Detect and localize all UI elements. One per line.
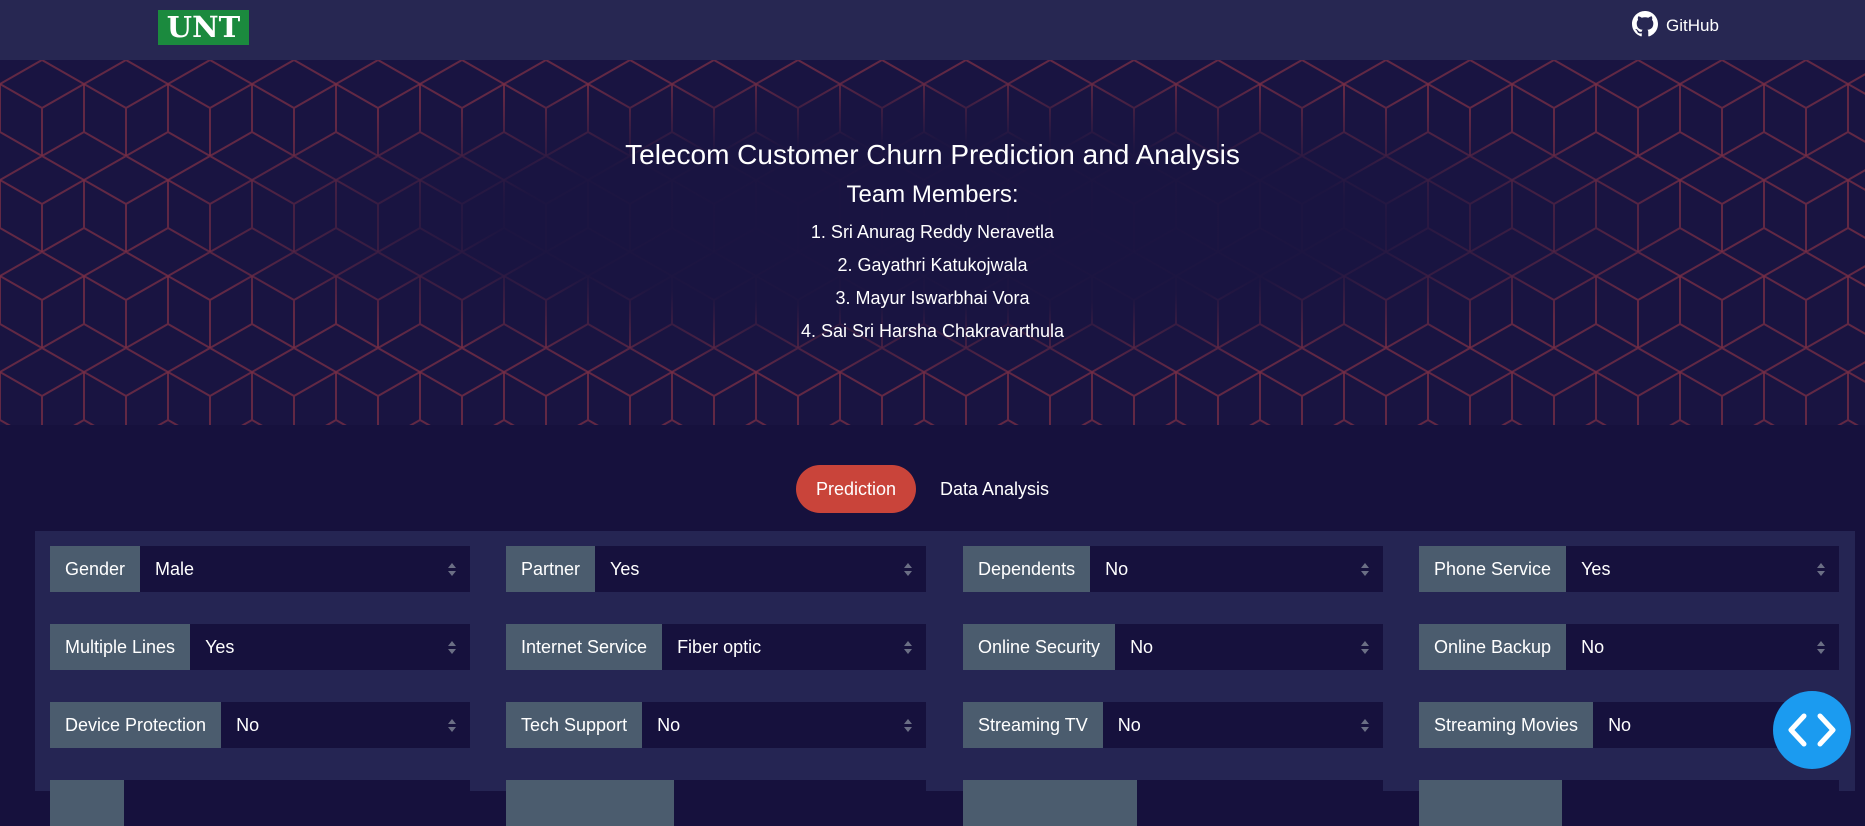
selected-value: No [1130, 636, 1154, 657]
select-value-box[interactable] [674, 780, 926, 826]
select-value-box[interactable]: Male [140, 546, 470, 592]
field-label: Phone Service [1419, 546, 1567, 592]
selected-value: Yes [610, 558, 640, 579]
field-label: Internet Service [506, 624, 663, 670]
selected-value: No [1581, 636, 1605, 657]
field-label: Multiple Lines [50, 624, 191, 670]
field-label [1419, 780, 1562, 826]
field-label [963, 780, 1137, 826]
selected-value: Male [155, 558, 195, 579]
selected-value: No [657, 714, 681, 735]
field-label: Partner [506, 546, 596, 592]
device-protection-select[interactable]: Device Protection No [50, 702, 470, 748]
sort-arrows-icon [904, 563, 912, 576]
select-value-box[interactable]: Yes [1566, 546, 1839, 592]
github-icon [1632, 10, 1658, 42]
tab-prediction[interactable]: Prediction [795, 465, 916, 513]
field-label: Device Protection [50, 702, 222, 748]
sort-arrows-icon [904, 641, 912, 654]
prediction-form-panel: Gender Male Partner Yes Dependents No Ph… [35, 531, 1855, 826]
select-value-box[interactable]: Yes [190, 624, 470, 670]
phone-service-select[interactable]: Phone Service Yes [1419, 546, 1839, 592]
select-value-box[interactable]: No [1102, 702, 1383, 748]
page-title: Telecom Customer Churn Prediction and An… [625, 139, 1240, 170]
sort-arrows-icon [1361, 719, 1369, 732]
form-field-partial[interactable] [963, 780, 1383, 826]
select-value-box[interactable]: No [642, 702, 926, 748]
top-navbar: UNT GitHub [0, 0, 1865, 60]
field-label: Streaming TV [963, 702, 1103, 748]
github-link[interactable]: GitHub [1632, 10, 1719, 42]
dependents-select[interactable]: Dependents No [963, 546, 1383, 592]
gender-select[interactable]: Gender Male [50, 546, 470, 592]
select-value-box[interactable]: No [1090, 546, 1383, 592]
form-field-partial[interactable] [506, 780, 926, 826]
form-field-partial[interactable] [50, 780, 470, 826]
select-value-box[interactable] [1562, 780, 1839, 826]
tech-support-select[interactable]: Tech Support No [506, 702, 926, 748]
select-value-box[interactable] [1137, 780, 1383, 826]
selected-value: Yes [1581, 558, 1611, 579]
field-label: Online Security [963, 624, 1116, 670]
sort-arrows-icon [448, 719, 456, 732]
team-member: 1. Sri Anurag Reddy Neravetla [810, 222, 1055, 242]
team-member: 3. Mayur Iswarbhai Vora [835, 288, 1030, 308]
unt-logo[interactable]: UNT [158, 10, 249, 45]
internet-service-select[interactable]: Internet Service Fiber optic [506, 624, 926, 670]
select-value-box[interactable] [124, 780, 470, 826]
team-member: 4. Sai Sri Harsha Chakravarthula [800, 321, 1065, 341]
field-label: Online Backup [1419, 624, 1567, 670]
field-label: Streaming Movies [1419, 702, 1594, 748]
online-backup-select[interactable]: Online Backup No [1419, 624, 1839, 670]
select-value-box[interactable]: No [1115, 624, 1383, 670]
field-label [50, 780, 124, 826]
team-heading: Team Members: [846, 181, 1019, 208]
selected-value: Fiber optic [677, 636, 762, 657]
sort-arrows-icon [1361, 641, 1369, 654]
hero-banner: Telecom Customer Churn Prediction and An… [0, 60, 1865, 425]
github-label: GitHub [1666, 16, 1719, 35]
select-value-box[interactable]: Yes [595, 546, 926, 592]
logo-text: UNT [166, 10, 241, 44]
team-member: 2. Gayathri Katukojwala [837, 255, 1028, 275]
select-value-box[interactable]: Fiber optic [662, 624, 926, 670]
selected-value: No [236, 714, 260, 735]
selected-value: No [1105, 558, 1129, 579]
multiple-lines-select[interactable]: Multiple Lines Yes [50, 624, 470, 670]
select-value-box[interactable]: No [221, 702, 470, 748]
selected-value: No [1608, 714, 1632, 735]
sort-arrows-icon [1817, 563, 1825, 576]
field-label [506, 780, 674, 826]
select-value-box[interactable]: No [1566, 624, 1839, 670]
code-toggle-button[interactable] [1773, 691, 1851, 769]
field-label: Tech Support [506, 702, 643, 748]
partner-select[interactable]: Partner Yes [506, 546, 926, 592]
online-security-select[interactable]: Online Security No [963, 624, 1383, 670]
selected-value: No [1117, 714, 1141, 735]
code-brackets-icon [1788, 713, 1836, 747]
sort-arrows-icon [448, 641, 456, 654]
selected-value: Yes [205, 636, 235, 657]
form-field-partial[interactable] [1419, 780, 1839, 826]
sort-arrows-icon [1361, 563, 1369, 576]
sort-arrows-icon [1817, 641, 1825, 654]
field-label: Dependents [963, 546, 1091, 592]
streaming-tv-select[interactable]: Streaming TV No [963, 702, 1383, 748]
tab-bar: Prediction Data Analysis [0, 465, 1865, 513]
field-label: Gender [50, 546, 141, 592]
hero-text-block: Telecom Customer Churn Prediction and An… [0, 138, 1865, 348]
sort-arrows-icon [448, 563, 456, 576]
tab-data-analysis[interactable]: Data Analysis [920, 465, 1069, 513]
sort-arrows-icon [904, 719, 912, 732]
